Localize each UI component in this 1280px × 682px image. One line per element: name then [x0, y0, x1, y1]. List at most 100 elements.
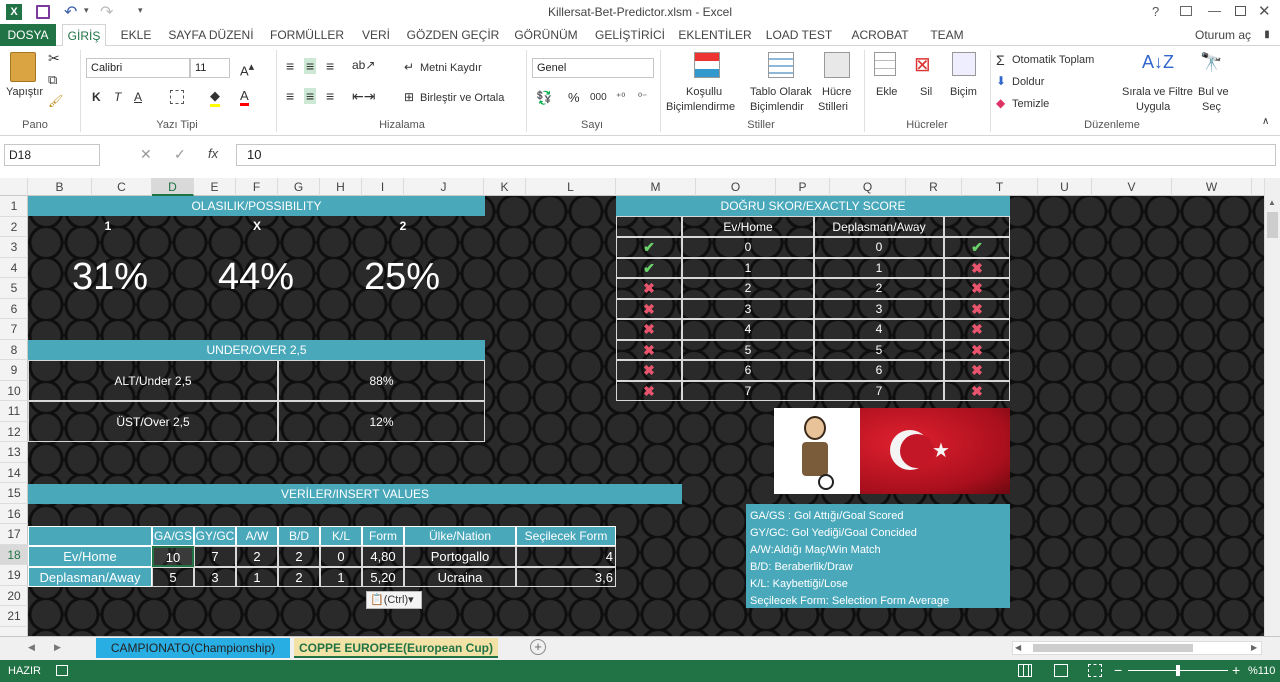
tab-file[interactable]: DOSYA: [0, 24, 56, 46]
scroll-thumb[interactable]: [1267, 212, 1278, 238]
insert-cell-1-7[interactable]: 3,6: [516, 566, 616, 587]
insert-cell-1-5[interactable]: 5,20: [362, 566, 404, 587]
orientation-icon[interactable]: ab↗: [352, 58, 375, 72]
sort-filter-icon[interactable]: A↓Z: [1142, 52, 1174, 73]
name-box[interactable]: D18: [4, 144, 100, 166]
insert-cell-0-6[interactable]: Portogallo: [404, 546, 516, 567]
close-button[interactable]: ✕: [1258, 2, 1271, 20]
insert-cell-0-3[interactable]: 2: [278, 546, 320, 567]
conditional-format-icon[interactable]: [694, 52, 720, 78]
column-header-H[interactable]: H: [320, 178, 362, 196]
column-header-K[interactable]: K: [484, 178, 526, 196]
italic-button[interactable]: T: [114, 90, 121, 104]
find-select-label-2[interactable]: Seç: [1202, 101, 1221, 113]
row-header-11[interactable]: 11: [0, 401, 28, 422]
row-header-21[interactable]: 21: [0, 606, 28, 627]
sort-filter-label-1[interactable]: Sırala ve Filtre: [1122, 86, 1193, 98]
row-header-2[interactable]: 2: [0, 217, 28, 237]
row-header-1[interactable]: 1: [0, 196, 28, 217]
insert-cell-0-4[interactable]: 0: [320, 546, 362, 567]
scroll-up-icon[interactable]: ▲: [1268, 198, 1276, 207]
find-select-label-1[interactable]: Bul ve: [1198, 86, 1229, 98]
turkey-flag-picture[interactable]: ★: [860, 408, 1010, 494]
column-header-G[interactable]: G: [278, 178, 320, 196]
account-icon[interactable]: ▮: [1258, 24, 1276, 46]
delete-cells-button[interactable]: Sil: [920, 86, 932, 98]
page-layout-view-icon[interactable]: [1054, 664, 1068, 677]
row-header-10[interactable]: 10: [0, 381, 28, 401]
format-painter-icon[interactable]: 🖌: [48, 94, 63, 108]
increase-decimal-icon[interactable]: ⁺⁰: [616, 92, 625, 103]
cell-styles-label-1[interactable]: Hücre: [822, 86, 851, 98]
insert-cells-button[interactable]: Ekle: [876, 86, 897, 98]
tab-data[interactable]: VERİ: [356, 24, 396, 46]
help-button[interactable]: ?: [1152, 4, 1159, 19]
column-header-I[interactable]: I: [362, 178, 404, 196]
cut-icon[interactable]: ✂: [48, 50, 60, 67]
column-header-Q[interactable]: Q: [830, 178, 906, 196]
zoom-in-icon[interactable]: +: [1232, 662, 1240, 678]
sort-filter-label-2[interactable]: Uygula: [1136, 101, 1170, 113]
tab-acrobat[interactable]: ACROBAT: [846, 24, 914, 46]
conditional-format-label-2[interactable]: Biçimlendirme: [666, 101, 735, 113]
insert-cell-1-6[interactable]: Ucraina: [404, 566, 516, 587]
conditional-format-label-1[interactable]: Koşullu: [686, 86, 722, 98]
tab-home[interactable]: GİRİŞ: [62, 24, 106, 46]
ribbon-display-icon[interactable]: [1180, 6, 1192, 16]
cancel-icon[interactable]: ✕: [140, 146, 152, 163]
next-sheet-icon[interactable]: ▶: [54, 642, 61, 653]
fill-button[interactable]: Doldur: [1012, 76, 1044, 88]
insert-cell-1-4[interactable]: 1: [320, 566, 362, 587]
row-header-15[interactable]: 15: [0, 483, 28, 504]
align-center-icon[interactable]: ≡: [304, 88, 317, 104]
font-color-icon[interactable]: A: [240, 88, 249, 106]
select-all-corner[interactable]: [0, 178, 28, 196]
cell-styles-icon[interactable]: [824, 52, 850, 78]
indent-icon[interactable]: ⇤⇥: [352, 88, 375, 105]
tab-view[interactable]: GÖRÜNÜM: [508, 24, 584, 46]
align-top-icon[interactable]: ≡: [286, 58, 294, 74]
wrap-text-button[interactable]: Metni Kaydır: [420, 62, 482, 74]
paste-icon[interactable]: [10, 52, 36, 82]
row-header-16[interactable]: 16: [0, 504, 28, 524]
insert-cell-1-0[interactable]: 5: [152, 566, 194, 587]
tab-review[interactable]: GÖZDEN GEÇİR: [406, 24, 500, 46]
insert-cell-1-2[interactable]: 1: [236, 566, 278, 587]
column-header-F[interactable]: F: [236, 178, 278, 196]
insert-cell-0-2[interactable]: 2: [236, 546, 278, 567]
row-header-20[interactable]: 20: [0, 586, 28, 606]
restore-button[interactable]: [1235, 6, 1246, 16]
column-header-V[interactable]: V: [1092, 178, 1172, 196]
tab-page-layout[interactable]: SAYFA DÜZENİ: [166, 24, 256, 46]
prev-sheet-icon[interactable]: ◀: [28, 642, 35, 653]
column-header-D[interactable]: D: [152, 178, 194, 196]
insert-function-icon[interactable]: fx: [208, 146, 218, 161]
insert-cell-0-7[interactable]: 4: [516, 546, 616, 567]
worksheet-grid[interactable]: OLASILIK/POSSIBILITY 1 X 2 31% 44% 25% U…: [28, 196, 1264, 636]
avatar-picture[interactable]: [774, 408, 860, 494]
currency-icon[interactable]: 💱: [536, 90, 552, 106]
zoom-slider-thumb[interactable]: [1176, 665, 1180, 676]
macro-record-icon[interactable]: [56, 665, 68, 676]
tab-formulas[interactable]: FORMÜLLER: [266, 24, 348, 46]
paste-button[interactable]: Yapıştır: [6, 86, 43, 98]
insert-cells-icon[interactable]: [874, 52, 896, 76]
column-header-M[interactable]: M: [616, 178, 696, 196]
sign-in-link[interactable]: Oturum aç: [1190, 24, 1256, 46]
merge-center-button[interactable]: Birleştir ve Ortala: [420, 92, 504, 104]
row-header-5[interactable]: 5: [0, 278, 28, 299]
format-table-label-2[interactable]: Biçimlendir: [750, 101, 804, 113]
number-format-select[interactable]: Genel: [532, 58, 654, 78]
align-left-icon[interactable]: ≡: [286, 88, 294, 104]
column-header-O[interactable]: O: [696, 178, 776, 196]
percent-button[interactable]: %: [568, 90, 580, 105]
horizontal-scrollbar[interactable]: ◀ ▶: [1012, 641, 1262, 655]
row-header-7[interactable]: 7: [0, 319, 28, 340]
insert-cell-1-3[interactable]: 2: [278, 566, 320, 587]
hscroll-left-icon[interactable]: ◀: [1015, 643, 1021, 652]
insert-cell-0-1[interactable]: 7: [194, 546, 236, 567]
column-header-J[interactable]: J: [404, 178, 484, 196]
column-header-T[interactable]: T: [962, 178, 1038, 196]
font-size-select[interactable]: 11: [190, 58, 230, 78]
row-header-13[interactable]: 13: [0, 442, 28, 463]
